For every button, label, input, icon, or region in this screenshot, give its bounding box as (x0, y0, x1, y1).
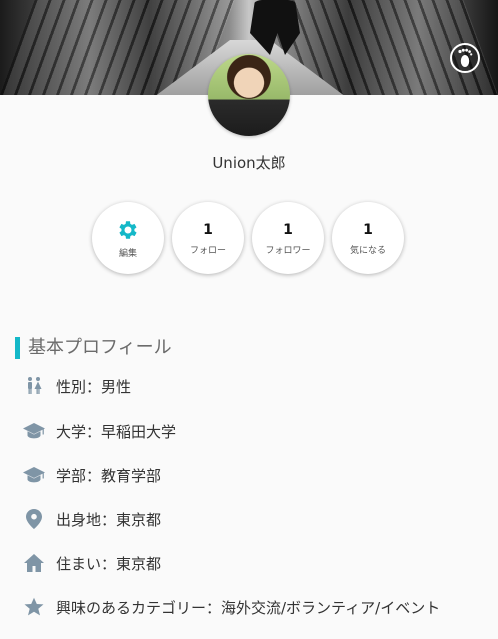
university-text: 大学：早稲田大学 (56, 422, 177, 441)
edit-label: 編集 (118, 248, 137, 259)
avatar[interactable] (208, 54, 290, 136)
detail-university: 大学：早稲田大学 (22, 420, 176, 442)
star-icon (24, 597, 44, 616)
gender-text: 性別：男性 (56, 377, 132, 396)
gear-icon (119, 220, 137, 239)
following-label: フォロー (189, 245, 226, 256)
user-name: Union太郎 (212, 154, 286, 172)
detail-interests: 興味のあるカテゴリー：海外交流/ボランティア/イベント (22, 596, 440, 618)
footprint-icon (458, 48, 473, 67)
detail-gender: 性別：男性 (22, 375, 131, 397)
followers-label: フォロワー (265, 245, 311, 256)
edit-button[interactable]: 編集 (92, 202, 164, 274)
faculty-text: 学部：教育学部 (56, 466, 162, 485)
graduation-cap-icon (23, 467, 45, 483)
hometown-text: 出身地：東京都 (56, 510, 162, 529)
detail-faculty: 学部：教育学部 (22, 464, 161, 486)
interested-label: 気になる (349, 245, 386, 256)
home-icon (24, 554, 44, 572)
stats-bar: 編集 1 フォロー 1 フォロワー 1 気になる (92, 202, 406, 274)
interested-count: 1 (363, 221, 373, 238)
followers-button[interactable]: 1 フォロワー (252, 202, 324, 274)
graduation-cap-icon (23, 423, 45, 439)
location-pin-icon (26, 509, 42, 529)
interested-button[interactable]: 1 気になる (332, 202, 404, 274)
following-count: 1 (203, 221, 213, 238)
gender-icon (28, 377, 42, 394)
interests-text: 興味のあるカテゴリー：海外交流/ボランティア/イベント (56, 598, 441, 617)
residence-text: 住まい：東京都 (56, 554, 162, 573)
detail-hometown: 出身地：東京都 (22, 508, 161, 530)
section-title: 基本プロフィール (15, 337, 172, 359)
following-button[interactable]: 1 フォロー (172, 202, 244, 274)
detail-residence: 住まい：東京都 (22, 552, 161, 574)
followers-count: 1 (283, 221, 293, 238)
footprint-button[interactable] (450, 43, 480, 73)
